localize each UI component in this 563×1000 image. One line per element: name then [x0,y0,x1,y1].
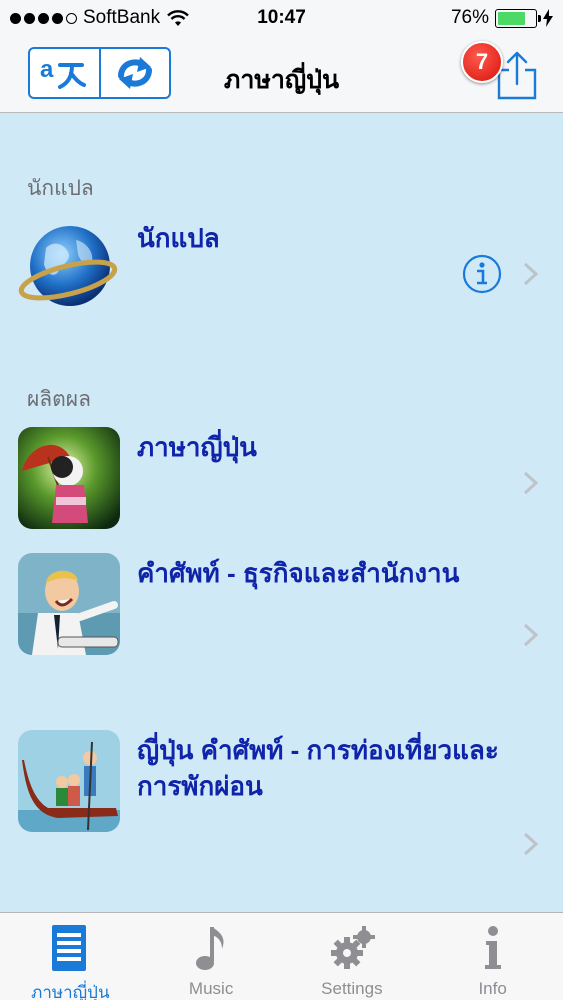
japanese-doll-icon [18,427,120,529]
gear-icon [330,926,375,969]
chevron-right-icon [523,471,539,495]
gondola-icon [18,730,120,832]
notification-badge: 7 [461,41,503,83]
tab-japanese[interactable]: ภาษาญี่ปุ่น [0,913,141,1000]
battery-fill [498,11,526,25]
item-title: นักแปล [137,223,220,253]
battery-percent: 76% [450,7,489,28]
list-item-travel-vocabulary[interactable]: ญี่ปุ่น คำศัพท์ - การท่องเที่ยวและการพัก… [0,730,563,860]
section-header-products: ผลิตผล [27,388,91,411]
tab-settings[interactable]: Settings [282,913,423,1000]
status-bar: SoftBank 10:47 76% [0,0,563,38]
battery-icon [495,8,541,28]
chevron-right-icon [523,623,539,647]
chevron-right-icon [523,832,539,856]
list-item-business-vocabulary[interactable]: คำศัพท์ - ธุรกิจและสำนักงาน [0,553,563,663]
music-note-icon [196,927,224,970]
tab-label: Music [188,979,234,998]
info-icon [484,926,501,969]
list-item-japanese[interactable]: ภาษาญี่ปุ่น [0,427,563,537]
item-title: ภาษาญี่ปุ่น [137,432,257,462]
globe-icon [18,218,120,320]
charging-bolt-icon [543,9,553,27]
chevron-right-icon [523,262,539,286]
item-title: ญี่ปุ่น คำศัพท์ - การท่องเที่ยวและการพัก… [137,735,499,801]
tab-bar: ภาษาญี่ปุ่น Music Settings Info [0,912,563,1000]
status-right: 76% [451,7,553,29]
tab-label: Info [478,979,507,998]
tab-music[interactable]: Music [141,913,282,1000]
tab-label: ภาษาญี่ปุ่น [31,983,110,1000]
tab-label: Settings [321,979,383,998]
list-icon [52,925,87,971]
businessman-icon [18,553,120,655]
item-title: คำศัพท์ - ธุรกิจและสำนักงาน [137,558,460,588]
list-item-translator[interactable]: นักแปล [0,218,563,328]
section-header-translator: นักแปล [27,177,94,200]
info-button-icon[interactable] [462,254,502,294]
tab-info[interactable]: Info [422,913,563,1000]
